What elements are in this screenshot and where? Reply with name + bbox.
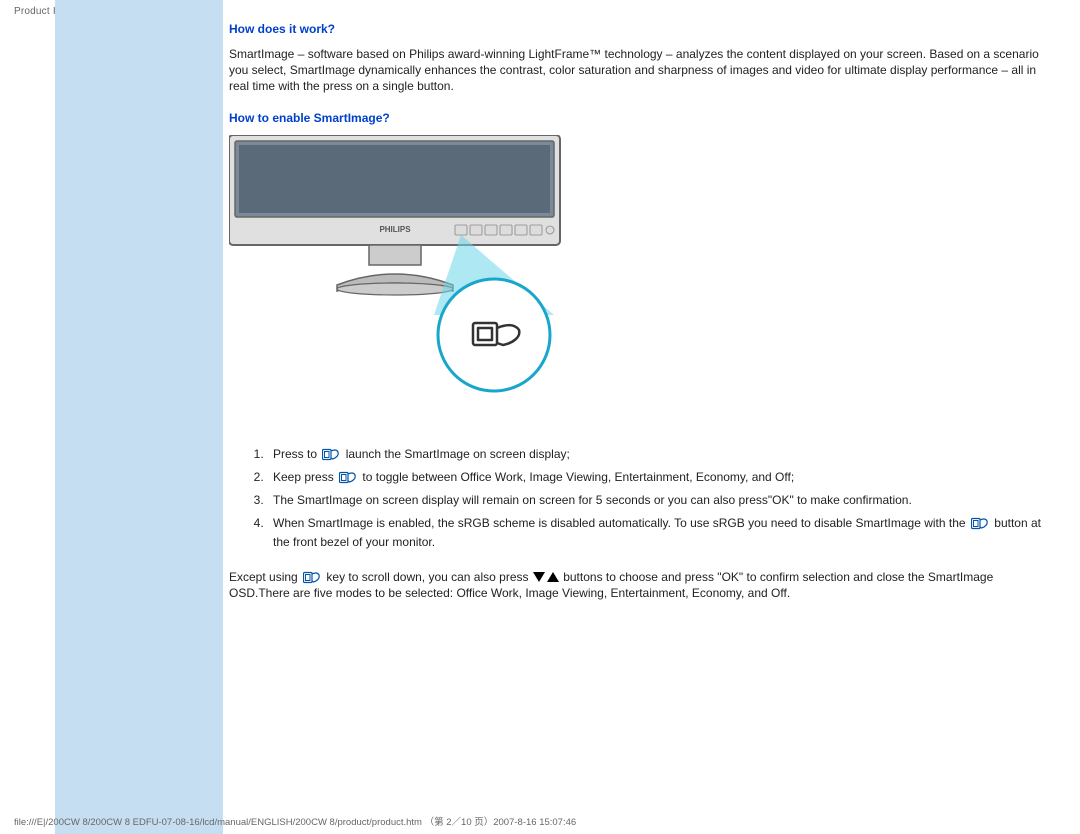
- paragraph-except: Except using key to scroll down, you can…: [229, 569, 1048, 601]
- heading-how-enable: How to enable SmartImage?: [229, 111, 1048, 125]
- heading-how-works: How does it work?: [229, 22, 1048, 36]
- step-2: Keep press to toggle between Office Work…: [267, 468, 1048, 487]
- step-3: The SmartImage on screen display will re…: [267, 491, 1048, 510]
- main-content: How does it work? SmartImage – software …: [223, 0, 1062, 834]
- smartimage-icon: [339, 471, 357, 484]
- triangle-up-icon: [547, 572, 559, 582]
- step-4-text-a: When SmartImage is enabled, the sRGB sch…: [273, 516, 966, 530]
- smartimage-icon: [971, 517, 989, 530]
- step-3-text: The SmartImage on screen display will re…: [273, 493, 912, 507]
- step-1-text-b: launch the SmartImage on screen display;: [346, 447, 570, 461]
- p2-text-b: key to scroll down, you can also press: [326, 570, 528, 584]
- step-2-text-b: to toggle between Office Work, Image Vie…: [362, 470, 794, 484]
- monitor-illustration: PHILIPS: [229, 135, 569, 425]
- steps-list: Press to launch the SmartImage on screen…: [247, 445, 1048, 553]
- triangle-down-icon: [533, 572, 545, 582]
- paragraph-how-works: SmartImage – software based on Philips a…: [229, 46, 1048, 95]
- columns: How does it work? SmartImage – software …: [55, 0, 1062, 834]
- step-2-text-a: Keep press: [273, 470, 334, 484]
- left-sidebar: [55, 0, 223, 834]
- step-4: When SmartImage is enabled, the sRGB sch…: [267, 514, 1048, 552]
- svg-text:PHILIPS: PHILIPS: [379, 225, 411, 234]
- step-1: Press to launch the SmartImage on screen…: [267, 445, 1048, 464]
- footer-path: file:///E|/200CW 8/200CW 8 EDFU-07-08-16…: [14, 814, 576, 828]
- p2-text-a: Except using: [229, 570, 298, 584]
- smartimage-icon: [322, 448, 340, 461]
- page-root: Product Information How does it work? Sm…: [0, 0, 1080, 834]
- smartimage-icon: [303, 571, 321, 584]
- step-1-text-a: Press to: [273, 447, 317, 461]
